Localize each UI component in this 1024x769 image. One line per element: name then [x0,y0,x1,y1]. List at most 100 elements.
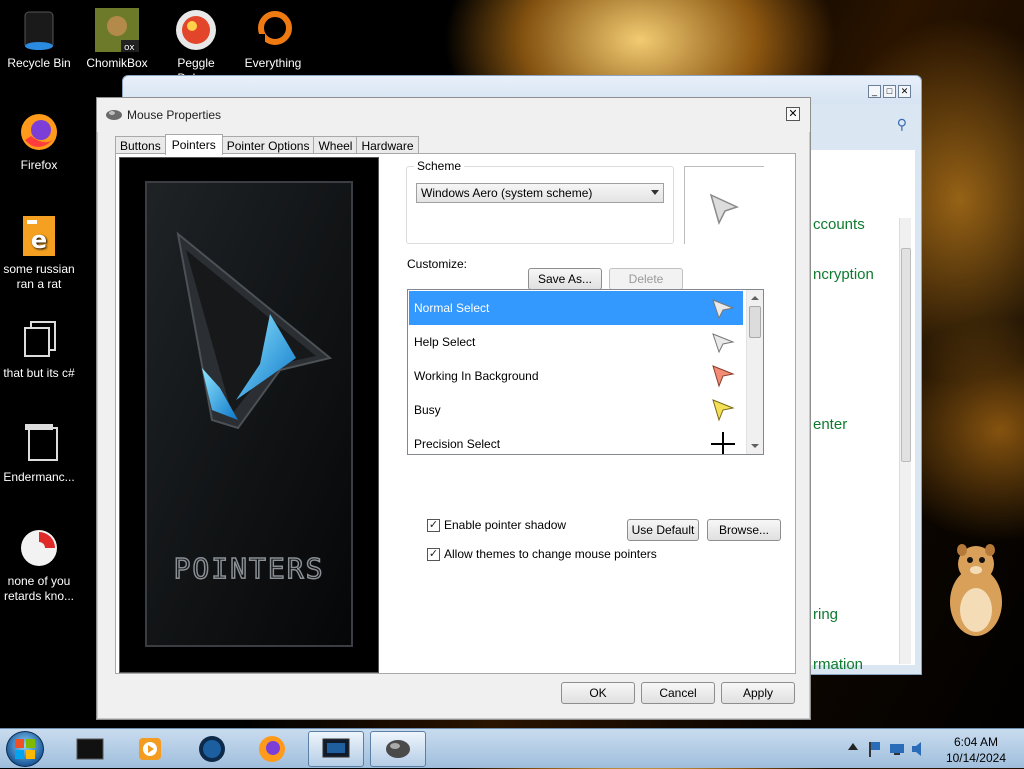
cancel-button[interactable]: Cancel [641,682,715,704]
taskbar-app-firefox[interactable] [244,731,300,767]
clock-date: 10/14/2024 [945,751,1006,765]
list-item[interactable]: Normal Select [409,291,743,325]
desktop-icon-everything[interactable]: Everything [234,8,312,71]
enable-pointer-shadow-checkbox[interactable]: ✓ Enable pointer shadow [427,518,566,532]
mouse-icon [386,740,410,758]
search-icon[interactable]: ⚲ [897,116,907,133]
desktop-icon-endermanc[interactable]: Endermanc... [0,422,78,485]
desktop-icon-label: Recycle Bin [7,56,71,70]
list-item-label: Busy [414,403,441,417]
list-scrollbar[interactable] [746,290,763,454]
desktop-icon-chomikbox[interactable]: ox ChomikBox [78,8,156,71]
terminal-icon [76,738,104,760]
scroll-up-arrow-icon[interactable] [751,296,759,300]
desktop-icon-that-but-its-csharp[interactable]: that but its c# [0,318,78,381]
system-tray: 6:04 AM 10/14/2024 [848,729,1024,769]
scheme-selected-value: Windows Aero (system scheme) [421,186,593,200]
ok-button[interactable]: OK [561,682,635,704]
scheme-groupbox [406,166,674,244]
checkbox-label: Enable pointer shadow [444,518,567,532]
list-item[interactable]: Busy [409,393,743,427]
chevron-down-icon [651,190,659,195]
taskbar: 6:04 AM 10/14/2024 [0,728,1024,768]
cursor-listbox[interactable]: Normal Select Help Select Working In Bac… [407,289,764,455]
theme-preview-image: POINTERS [119,157,379,673]
link-center[interactable]: enter [813,416,847,433]
normal-select-cursor-icon [712,299,735,320]
list-item-label: Working In Background [414,369,539,383]
taskbar-app-globe[interactable] [184,731,240,767]
checkbox-label: Allow themes to change mouse pointers [444,547,657,561]
desktop-icon-label: Endermanc... [3,470,75,484]
mouse-properties-dialog[interactable]: Mouse Properties ✕ Buttons Pointers Poin… [96,97,811,720]
close-button[interactable]: ✕ [786,107,800,121]
volume-icon[interactable] [910,740,928,758]
peggle-icon [172,8,220,52]
delete-button[interactable]: Delete [609,268,683,290]
desktop-icon-firefox[interactable]: Firefox [0,110,78,173]
list-item[interactable]: Precision Select [409,427,743,454]
vertical-scrollbar[interactable] [899,218,911,664]
desktop-icon-none-of-you[interactable]: none of you retards kno... [0,526,78,604]
cursor-preview [684,166,764,244]
link-encryption[interactable]: ncryption [813,266,874,283]
allow-themes-checkbox[interactable]: ✓ Allow themes to change mouse pointers [427,547,657,561]
desktop-icon-label: ChomikBox [86,56,148,70]
use-default-button[interactable]: Use Default [627,519,699,541]
link-accounts[interactable]: ccounts [813,216,865,233]
svg-text:e: e [31,226,47,254]
taskbar-app-terminal[interactable] [62,731,118,767]
mouse-icon [106,110,122,120]
svg-text:ox: ox [124,43,135,52]
network-icon[interactable] [888,741,906,757]
desktop-icon-label: none of you retards kno... [3,574,75,603]
list-item[interactable]: Help Select [409,325,743,359]
link-sharing[interactable]: ring [813,606,838,623]
normal-select-cursor-icon [709,193,740,226]
shortcut-file-icon [15,318,63,362]
desktop-icon-label: Firefox [20,158,58,172]
tray-expand-icon[interactable] [848,743,858,750]
taskbar-app-mouse-properties[interactable] [370,731,426,767]
tab-strip: Buttons Pointers Pointer Options Wheel H… [115,134,419,155]
clock-time: 6:04 AM [953,735,998,749]
close-button[interactable]: ✕ [898,85,911,98]
start-button[interactable] [6,731,44,767]
taskbar-app-media-player[interactable] [122,731,178,767]
save-as-button[interactable]: Save As... [528,268,602,290]
minimize-button[interactable]: _ [868,85,881,98]
tab-pointers[interactable]: Pointers [164,134,223,155]
scrollbar-thumb[interactable] [901,248,911,462]
firefox-icon [259,736,285,762]
desktop-icon-some-russian[interactable]: e some russian ran a rat [0,214,78,292]
checkbox-checked-icon[interactable]: ✓ [427,547,440,561]
maximize-button[interactable]: □ [883,85,896,98]
scrollbar-thumb[interactable] [749,306,761,338]
desktop-icon-label: some russian ran a rat [3,262,75,291]
link-information[interactable]: rmation [813,656,863,673]
checkbox-checked-icon[interactable]: ✓ [427,518,440,532]
action-center-flag-icon[interactable] [866,740,882,758]
desktop-icon-recycle-bin[interactable]: Recycle Bin [0,8,78,71]
taskbar-app-control-panel[interactable] [308,731,364,767]
list-item-label: Precision Select [414,437,501,451]
globe-icon [199,736,225,762]
taskbar-clock[interactable]: 6:04 AM 10/14/2024 [946,734,1006,766]
preview-title: POINTERS [174,552,325,585]
monitor-icon [322,738,350,758]
scheme-dropdown[interactable]: Windows Aero (system scheme) [416,183,664,203]
firefox-icon [15,110,63,154]
working-background-cursor-icon [712,365,735,388]
media-player-icon [139,738,161,760]
hamster-desktop-pet[interactable] [940,538,1010,642]
apply-button[interactable]: Apply [721,682,795,704]
busy-cursor-icon [712,399,735,422]
recycle-bin-icon [15,8,63,52]
scroll-down-arrow-icon[interactable] [751,444,759,448]
list-item[interactable]: Working In Background [409,359,743,393]
everything-search-icon [249,8,297,52]
browse-button[interactable]: Browse... [707,519,781,541]
exe-file-icon: e [15,214,63,258]
desktop-icon-label: that but its c# [3,366,75,380]
crosshair-cursor-icon [711,432,735,454]
